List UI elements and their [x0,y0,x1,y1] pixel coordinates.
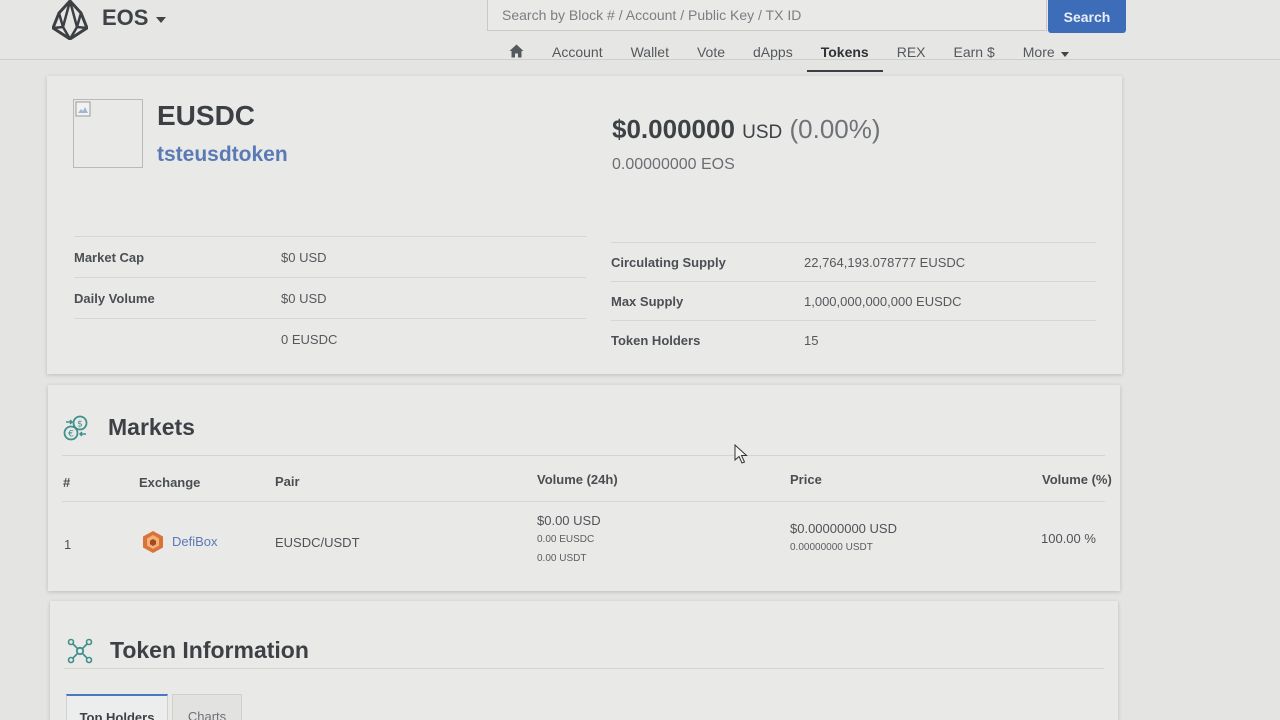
chain-selector[interactable]: EOS [102,5,167,31]
stat-row: Daily Volume $0 USD [74,277,586,318]
stat-label: Daily Volume [74,290,155,306]
divider [62,455,1105,456]
price-usd: $0.00000000 USD [790,521,897,536]
stat-label: Token Holders [611,332,701,348]
nav-wallet[interactable]: Wallet [617,36,683,72]
svg-text:€: € [68,430,74,440]
mouse-cursor-icon [734,444,748,464]
divider [64,668,1104,669]
nav-rex[interactable]: REX [883,36,940,72]
defibox-logo-icon [143,531,163,553]
col-header-pair: Pair [275,474,300,489]
top-navbar: EOS Search Account Wallet Vote dApps Tok… [0,0,1280,72]
exchange-link[interactable]: DefiBox [172,534,218,549]
price-usd-value: $0.000000 [612,114,735,144]
broken-image-icon [75,101,91,117]
tab-top-holders[interactable]: Top Holders [66,694,168,720]
price-quote: 0.00000000 USDT [790,542,873,553]
nav-more[interactable]: More [1009,36,1083,72]
main-nav: Account Wallet Vote dApps Tokens REX Ear… [495,36,1083,72]
search-button[interactable]: Search [1048,0,1126,33]
stat-value: $0 USD [281,290,327,306]
home-icon [509,44,524,58]
token-stats-left: Market Cap $0 USD Daily Volume $0 USD 0 … [74,236,586,359]
stat-label: Max Supply [611,293,684,309]
token-symbol: EUSDC [157,100,256,131]
eos-logo-icon[interactable] [52,0,88,40]
token-contract-link[interactable]: tsteusdtoken [157,143,288,167]
stat-value: 0 EUSDC [281,331,338,347]
stat-row: Token Holders 15 [611,320,1096,359]
token-summary-card: EUSDC tsteusdtoken $0.000000 USD (0.00%)… [47,76,1122,374]
row-index: 1 [64,537,72,552]
token-logo-image [73,99,143,168]
stat-value: $0 USD [281,249,327,265]
price-change: (0.00%) [789,114,881,144]
divider [62,501,1105,502]
chevron-down-icon [1060,52,1069,57]
stat-row: Market Cap $0 USD [74,236,586,277]
col-header-index: # [63,475,71,490]
nav-more-label: More [1022,44,1055,60]
col-header-exchange: Exchange [139,475,201,490]
nav-home[interactable] [495,36,538,72]
stat-label: Market Cap [74,249,145,265]
price-currency: USD [742,122,783,143]
chain-name: EOS [102,5,149,30]
stat-row: Circulating Supply 22,764,193.078777 EUS… [611,242,1096,281]
stat-row: Max Supply 1,000,000,000,000 EUSDC [611,281,1096,320]
network-icon [67,638,93,664]
volume-token: 0.00 EUSDC [537,534,595,545]
token-information-card: Token Information Top Holders Charts [50,601,1118,720]
col-header-price: Price [790,472,822,487]
tab-charts[interactable]: Charts [172,694,242,720]
currency-exchange-icon: $ € [63,415,88,441]
price-eos: 0.00000000 EOS [612,156,735,173]
chevron-down-icon [156,16,167,23]
col-header-volume-pct: Volume (%) [1042,472,1112,487]
volume-quote: 0.00 USDT [537,553,587,564]
token-stats-right: Circulating Supply 22,764,193.078777 EUS… [611,242,1096,359]
stat-value: 15 [804,332,819,348]
nav-dapps[interactable]: dApps [739,36,807,72]
search-input[interactable] [487,0,1047,31]
markets-title: Markets [108,414,195,440]
col-header-volume: Volume (24h) [537,472,618,487]
volume-pct: 100.00 % [1041,531,1096,546]
nav-tokens[interactable]: Tokens [806,36,883,72]
pair-value: EUSDC/USDT [275,535,360,550]
stat-label: Circulating Supply [611,254,726,270]
stat-row: 0 EUSDC [74,318,586,359]
markets-card: $ € Markets # Exchange Pair Volume (24h)… [48,385,1120,591]
token-information-title: Token Information [110,637,309,663]
svg-text:$: $ [77,420,83,430]
stat-value: 1,000,000,000,000 EUSDC [804,293,962,309]
nav-earn[interactable]: Earn $ [940,36,1009,72]
nav-vote[interactable]: Vote [683,36,739,72]
token-price: $0.000000 USD (0.00%) [612,114,881,145]
volume-usd: $0.00 USD [537,513,601,528]
nav-account[interactable]: Account [538,36,617,72]
stat-value: 22,764,193.078777 EUSDC [804,254,966,270]
